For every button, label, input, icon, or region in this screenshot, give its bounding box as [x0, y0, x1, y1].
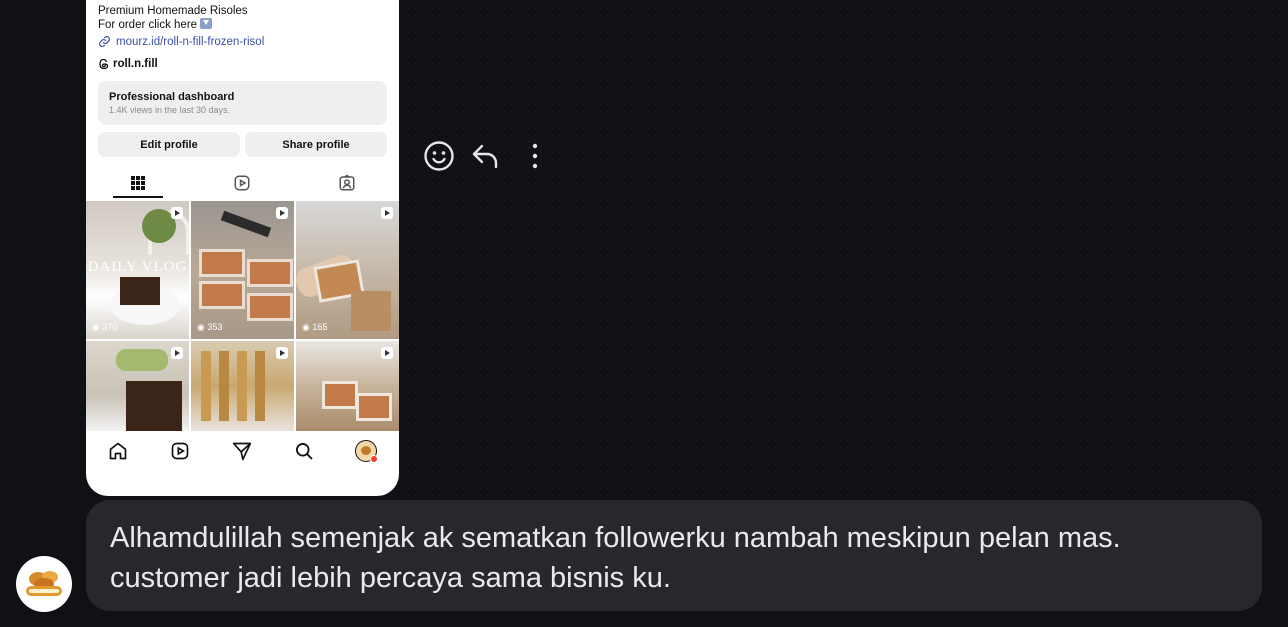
nav-search: [273, 433, 335, 469]
reply-icon: [472, 144, 498, 169]
profile-bio: Premium Homemade Risoles For order click…: [98, 4, 248, 32]
posts-grid: DAILY VLOG ◉ 370 ◉ 353 ◉ 165: [86, 201, 399, 431]
reels-icon: [234, 175, 250, 191]
post-thumbnail: [296, 341, 399, 431]
message-text: Alhamdulillah semenjak ak sematkan follo…: [110, 522, 1121, 594]
message-bubble[interactable]: Alhamdulillah semenjak ak sematkan follo…: [86, 500, 1262, 611]
profile-tabs: [86, 170, 399, 198]
link-icon: [99, 36, 110, 47]
reel-badge-icon: [171, 207, 183, 219]
post-views: ◉ 370: [92, 322, 118, 332]
sender-avatar[interactable]: [16, 556, 72, 612]
threads-handle-text: roll.n.fill: [113, 58, 158, 70]
nav-messages: [211, 433, 273, 469]
grid-icon: [131, 176, 145, 190]
reel-badge-icon: [381, 207, 393, 219]
reel-badge-icon: [381, 347, 393, 359]
dashboard-subtitle: 1.4K views in the last 30 days.: [109, 105, 231, 115]
tagged-tab: [295, 170, 399, 198]
profile-link-text: mourz.id/roll-n-fill-frozen-risol: [116, 35, 265, 48]
post-thumbnail: [191, 341, 294, 431]
post-thumbnail: ◉ 165: [296, 201, 399, 339]
threads-handle: roll.n.fill: [98, 58, 158, 70]
tagged-icon: [339, 174, 355, 191]
reel-badge-icon: [276, 347, 288, 359]
bottom-navigation: [86, 433, 399, 469]
reply-button[interactable]: [470, 140, 502, 172]
threads-icon: [99, 58, 109, 70]
bio-line-2: For order click here: [98, 19, 198, 31]
profile-avatar: [355, 440, 378, 463]
post-views: ◉ 165: [302, 322, 328, 332]
emoji-icon: [424, 141, 454, 171]
reels-tab: [190, 170, 294, 198]
professional-dashboard: Professional dashboard 1.4K views in the…: [98, 81, 387, 125]
send-icon: [232, 442, 252, 461]
edit-profile-button: Edit profile: [98, 132, 240, 157]
react-button[interactable]: [423, 140, 455, 172]
post-thumbnail: ◉ 353: [191, 201, 294, 339]
reel-badge-icon: [171, 347, 183, 359]
profile-link: mourz.id/roll-n-fill-frozen-risol: [98, 35, 264, 48]
nav-home: [87, 433, 149, 469]
share-profile-button: Share profile: [245, 132, 387, 157]
roll-n-fill-logo-icon: [26, 571, 62, 596]
down-arrow-emoji-icon: [200, 18, 213, 29]
post-views: ◉ 353: [197, 322, 223, 332]
bio-line-1: Premium Homemade Risoles: [98, 5, 248, 17]
reels-icon: [171, 442, 189, 460]
more-options-button[interactable]: [519, 140, 551, 172]
grid-tab: [86, 170, 190, 198]
post-thumbnail: [86, 341, 189, 431]
nav-reels: [149, 433, 211, 469]
chat-background: [400, 0, 1288, 500]
search-icon: [296, 443, 313, 460]
home-icon: [109, 442, 127, 460]
dashboard-title: Professional dashboard: [109, 91, 235, 103]
post-thumbnail: DAILY VLOG ◉ 370: [86, 201, 189, 339]
nav-profile: [335, 433, 397, 469]
shared-screenshot[interactable]: Premium Homemade Risoles For order click…: [86, 0, 399, 496]
reel-badge-icon: [276, 207, 288, 219]
more-icon: [532, 143, 538, 169]
post-overlay-text: DAILY VLOG: [87, 259, 188, 275]
